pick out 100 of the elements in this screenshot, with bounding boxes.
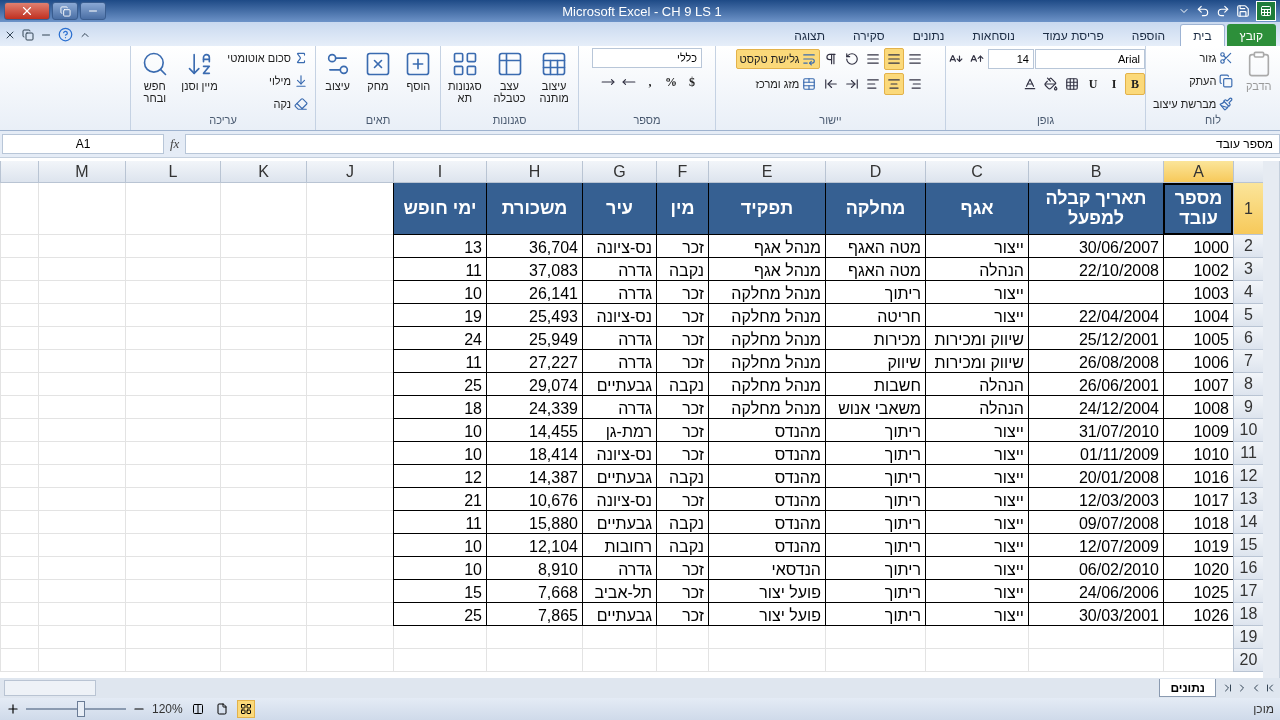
ribbon-button[interactable]: נקה [269,94,312,114]
ribbon-button[interactable]: הוסף [399,48,437,95]
row-header[interactable]: 18 [1233,603,1263,626]
row-header[interactable]: 3 [1233,258,1263,281]
row-header[interactable]: 8 [1233,373,1263,396]
column-header[interactable]: K [220,161,306,183]
row-header[interactable]: 1 [1233,183,1263,235]
first-sheet-icon[interactable] [1264,682,1276,694]
column-header[interactable]: B [1028,161,1163,183]
ribbon-button[interactable]: מחק [359,48,397,95]
header-cell: תאריך קבלה למפעל [1028,183,1163,235]
horizontal-scrollbar[interactable] [4,680,96,696]
ribbon-tab[interactable]: נתונים [899,24,958,46]
ribbon-tab[interactable]: בית [1180,24,1225,46]
ribbon-button[interactable]: עיצוב מותנה [533,48,575,107]
row-header[interactable]: 17 [1233,580,1263,603]
last-sheet-icon[interactable] [1222,682,1234,694]
combo-field[interactable]: 14 [988,49,1034,69]
toolbar-button[interactable]: U [1083,73,1103,95]
close-button[interactable] [4,2,50,20]
table-cell: משאבי אנוש [825,396,925,419]
row-header[interactable]: 10 [1233,419,1263,442]
table-cell: 15,880 [486,511,582,534]
ribbon-tab[interactable]: הוספה [1118,24,1179,46]
toolbar-button[interactable]: $ [682,71,702,93]
column-header[interactable]: G [582,161,656,183]
ribbon-button[interactable]: גזור [1195,48,1238,68]
ribbon-tab[interactable]: תצוגה [781,24,838,46]
row-header[interactable]: 2 [1233,235,1263,258]
indent-icon [845,77,860,91]
combo-field[interactable]: Arial [1035,49,1145,69]
combo-field[interactable]: כללי [592,48,702,68]
row-header[interactable]: 9 [1233,396,1263,419]
row-header[interactable]: 16 [1233,557,1263,580]
ribbon-button[interactable]: סגנונות תא [444,48,486,107]
save-icon[interactable] [1236,4,1250,18]
row-header[interactable]: 6 [1233,327,1263,350]
ribbon-button[interactable]: עצב כטבלה [488,48,531,107]
ribbon-tab[interactable]: קובץ [1226,24,1276,46]
restore-button[interactable] [52,2,78,20]
column-header[interactable]: E [708,161,825,183]
align-center-button[interactable] [884,73,905,95]
row-header[interactable]: 11 [1233,442,1263,465]
insert-function-button[interactable]: fx [170,136,180,152]
table-cell: 1025 [1163,580,1233,603]
ribbon-button[interactable]: העתק [1185,71,1238,91]
ribbon-tab[interactable]: פריסת עמוד [1029,24,1117,46]
table-cell: ריתוך [825,419,925,442]
help-icon[interactable] [58,27,73,42]
sheet-tab[interactable]: נתונים [1159,679,1216,697]
grid-icon [239,703,252,715]
fill-down-icon [294,74,308,88]
column-header[interactable]: F [656,161,708,183]
row-header[interactable]: 20 [1233,649,1263,672]
name-box[interactable]: A1 [2,134,164,154]
undo-icon[interactable] [1196,4,1210,18]
normal-view-button[interactable] [236,700,255,718]
vertical-scrollbar[interactable] [1263,161,1280,678]
ribbon-tab[interactable]: סקירה [839,24,898,46]
table-cell: 1004 [1163,304,1233,327]
ribbon-button[interactable]: מילוי [265,71,312,91]
column-header[interactable]: A [1163,161,1233,183]
column-header[interactable]: D [825,161,925,183]
ribbon-button[interactable]: עיצוב [319,48,357,95]
redo-icon[interactable] [1216,4,1230,18]
minimize-button[interactable] [80,2,106,20]
ribbon-button[interactable]: מברשת עיצוב [1149,94,1238,114]
table-cell: הנהלה [925,396,1028,419]
zoom-in-icon[interactable] [6,702,20,716]
toolbar-button[interactable]: B [1125,73,1145,95]
column-header[interactable]: L [125,161,220,183]
row-header[interactable]: 14 [1233,511,1263,534]
ribbon-button[interactable]: מיין וסנן [178,48,221,95]
formula-field[interactable]: מספר עובד [185,134,1280,154]
toolbar-button[interactable]: , [640,71,660,93]
row-header[interactable]: 7 [1233,350,1263,373]
column-header[interactable]: C [925,161,1028,183]
column-header[interactable]: M [38,161,125,183]
row-header[interactable]: 4 [1233,281,1263,304]
table-cell: 30/06/2007 [1028,235,1163,258]
ribbon-tab[interactable]: נוסחאות [959,24,1028,46]
zoom-thumb[interactable] [77,701,85,717]
column-header[interactable]: J [306,161,393,183]
toolbar-button[interactable]: I [1104,73,1124,95]
toolbar-button[interactable]: % [661,71,681,93]
row-header[interactable]: 19 [1233,626,1263,649]
table-cell: 11 [393,258,486,281]
row-header[interactable]: 15 [1233,534,1263,557]
column-header[interactable]: I [393,161,486,183]
row-header[interactable]: 5 [1233,304,1263,327]
ribbon-button[interactable]: חפש ובחר [134,48,176,107]
table-cell: ייצור [925,580,1028,603]
ribbon-button[interactable]: סכום אוטומטי [223,48,312,68]
ribbon-button[interactable]: מזג ומרכז [751,74,821,94]
column-header[interactable]: H [486,161,582,183]
row-header[interactable]: 13 [1233,488,1263,511]
row-header[interactable]: 12 [1233,465,1263,488]
restore-icon[interactable] [22,28,34,41]
table-cell: חריטה [825,304,925,327]
ribbon-button[interactable]: גלישת טקסט [735,49,821,69]
